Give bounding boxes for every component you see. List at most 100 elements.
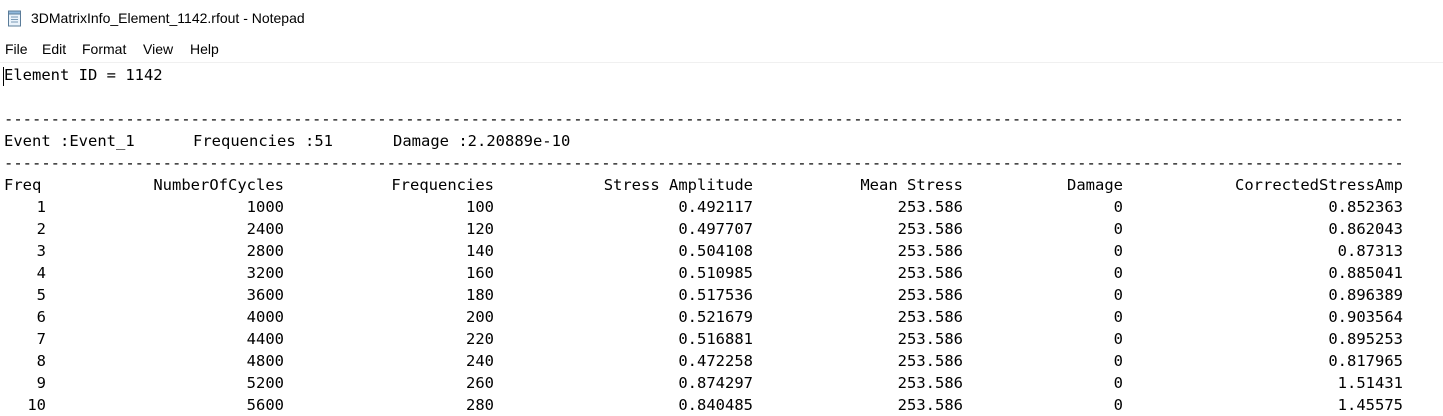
table-row: 3 2800 140 0.504108 253.586 0 0.87313 bbox=[4, 240, 1442, 262]
table-row: 7 4400 220 0.516881 253.586 0 0.895253 bbox=[4, 328, 1442, 350]
cell-mean-stress: 253.586 bbox=[897, 264, 963, 282]
cell-damage: 0 bbox=[1113, 286, 1123, 304]
cell-mean-stress: 253.586 bbox=[897, 374, 963, 392]
header-corrected-stress-amp: CorrectedStressAmp bbox=[1235, 176, 1403, 194]
cell-stress-amplitude: 0.510985 bbox=[678, 264, 753, 282]
cell-frequencies: 160 bbox=[466, 264, 494, 282]
window-title: 3DMatrixInfo_Element_1142.rfout - Notepa… bbox=[31, 10, 305, 26]
cell-corrected-stress-amp: 1.51431 bbox=[1337, 374, 1403, 392]
cell-mean-stress: 253.586 bbox=[897, 396, 963, 414]
cell-frequencies: 260 bbox=[466, 374, 494, 392]
cell-corrected-stress-amp: 0.862043 bbox=[1328, 220, 1403, 238]
cell-stress-amplitude: 0.840485 bbox=[678, 396, 753, 414]
cell-cycles: 1000 bbox=[246, 198, 284, 216]
cell-freq: 2 bbox=[36, 220, 46, 238]
cell-mean-stress: 253.586 bbox=[897, 352, 963, 370]
cell-mean-stress: 253.586 bbox=[897, 198, 963, 216]
menu-format[interactable]: Format bbox=[82, 41, 126, 57]
table-row: 2 2400 120 0.497707 253.586 0 0.862043 bbox=[4, 218, 1442, 240]
cell-corrected-stress-amp: 0.903564 bbox=[1328, 308, 1403, 326]
header-cycles: NumberOfCycles bbox=[153, 176, 284, 194]
cell-stress-amplitude: 0.504108 bbox=[678, 242, 753, 260]
menu-view[interactable]: View bbox=[143, 41, 173, 57]
cell-frequencies: 280 bbox=[466, 396, 494, 414]
cell-cycles: 4800 bbox=[246, 352, 284, 370]
menu-edit[interactable]: Edit bbox=[42, 41, 66, 57]
event-label: Event :Event_1 bbox=[4, 132, 135, 150]
table-row: 9 5200 260 0.874297 253.586 0 1.51431 bbox=[4, 372, 1442, 394]
cell-freq: 7 bbox=[36, 330, 46, 348]
damage-label: Damage :2.20889e-10 bbox=[393, 132, 571, 150]
cell-corrected-stress-amp: 0.87313 bbox=[1337, 242, 1403, 260]
event-summary-line: Event :Event_1 Frequencies :51 Damage :2… bbox=[4, 130, 1442, 152]
cell-frequencies: 100 bbox=[466, 198, 494, 216]
cell-cycles: 4000 bbox=[246, 308, 284, 326]
cell-freq: 8 bbox=[36, 352, 46, 370]
menu-help[interactable]: Help bbox=[190, 41, 219, 57]
cell-stress-amplitude: 0.516881 bbox=[678, 330, 753, 348]
cell-damage: 0 bbox=[1113, 198, 1123, 216]
cell-stress-amplitude: 0.517536 bbox=[678, 286, 753, 304]
cell-cycles: 5200 bbox=[246, 374, 284, 392]
cell-freq: 3 bbox=[36, 242, 46, 260]
separator-line: ----------------------------------------… bbox=[4, 110, 1402, 128]
table-row: 4 3200 160 0.510985 253.586 0 0.885041 bbox=[4, 262, 1442, 284]
cell-stress-amplitude: 0.492117 bbox=[678, 198, 753, 216]
element-id-line: Element ID = 1142 bbox=[4, 66, 163, 84]
cell-freq: 10 bbox=[27, 396, 46, 414]
header-stress-amplitude: Stress Amplitude bbox=[603, 176, 753, 194]
header-frequencies: Frequencies bbox=[391, 176, 494, 194]
cell-frequencies: 240 bbox=[466, 352, 494, 370]
cell-mean-stress: 253.586 bbox=[897, 330, 963, 348]
cell-frequencies: 200 bbox=[466, 308, 494, 326]
cell-stress-amplitude: 0.874297 bbox=[678, 374, 753, 392]
header-damage: Damage bbox=[1067, 176, 1123, 194]
cell-freq: 9 bbox=[36, 374, 46, 392]
table-row: 8 4800 240 0.472258 253.586 0 0.817965 bbox=[4, 350, 1442, 372]
cell-cycles: 2800 bbox=[246, 242, 284, 260]
cell-frequencies: 140 bbox=[466, 242, 494, 260]
cell-corrected-stress-amp: 0.895253 bbox=[1328, 330, 1403, 348]
cell-freq: 6 bbox=[36, 308, 46, 326]
cell-corrected-stress-amp: 0.852363 bbox=[1328, 198, 1403, 216]
frequencies-label: Frequencies :51 bbox=[193, 132, 333, 150]
cell-frequencies: 120 bbox=[466, 220, 494, 238]
menu-file[interactable]: File bbox=[5, 41, 28, 57]
cell-damage: 0 bbox=[1113, 264, 1123, 282]
cell-mean-stress: 253.586 bbox=[897, 286, 963, 304]
header-mean-stress: Mean Stress bbox=[860, 176, 963, 194]
cell-damage: 0 bbox=[1113, 374, 1123, 392]
cell-damage: 0 bbox=[1113, 396, 1123, 414]
cell-stress-amplitude: 0.472258 bbox=[678, 352, 753, 370]
cell-damage: 0 bbox=[1113, 242, 1123, 260]
cell-mean-stress: 253.586 bbox=[897, 308, 963, 326]
cell-mean-stress: 253.586 bbox=[897, 242, 963, 260]
cell-damage: 0 bbox=[1113, 330, 1123, 348]
header-freq: Freq bbox=[4, 176, 42, 194]
cell-freq: 1 bbox=[36, 198, 46, 216]
cell-frequencies: 180 bbox=[466, 286, 494, 304]
cell-cycles: 5600 bbox=[246, 396, 284, 414]
notepad-icon bbox=[8, 10, 21, 27]
menu-bar: File Edit Format View Help bbox=[0, 39, 1443, 61]
cell-stress-amplitude: 0.497707 bbox=[678, 220, 753, 238]
cell-corrected-stress-amp: 0.885041 bbox=[1328, 264, 1403, 282]
table-header: Freq NumberOfCycles Frequencies Stress Ampl… bbox=[4, 174, 1442, 196]
cell-stress-amplitude: 0.521679 bbox=[678, 308, 753, 326]
cell-damage: 0 bbox=[1113, 220, 1123, 238]
cell-damage: 0 bbox=[1113, 308, 1123, 326]
table-row: 10 5600 280 0.840485 253.586 0 1.45575 bbox=[4, 394, 1442, 416]
table-row: 1 1000 100 0.492117 253.586 0 0.852363 bbox=[4, 196, 1442, 218]
cell-corrected-stress-amp: 0.896389 bbox=[1328, 286, 1403, 304]
text-editor[interactable]: Element ID = 1142 ----------------------… bbox=[0, 62, 1443, 415]
cell-corrected-stress-amp: 0.817965 bbox=[1328, 352, 1403, 370]
cell-mean-stress: 253.586 bbox=[897, 220, 963, 238]
cell-corrected-stress-amp: 1.45575 bbox=[1337, 396, 1403, 414]
title-bar: 3DMatrixInfo_Element_1142.rfout - Notepa… bbox=[0, 0, 1443, 38]
cell-frequencies: 220 bbox=[466, 330, 494, 348]
cell-cycles: 2400 bbox=[246, 220, 284, 238]
cell-freq: 4 bbox=[36, 264, 46, 282]
cell-cycles: 4400 bbox=[246, 330, 284, 348]
cell-freq: 5 bbox=[36, 286, 46, 304]
cell-cycles: 3200 bbox=[246, 264, 284, 282]
